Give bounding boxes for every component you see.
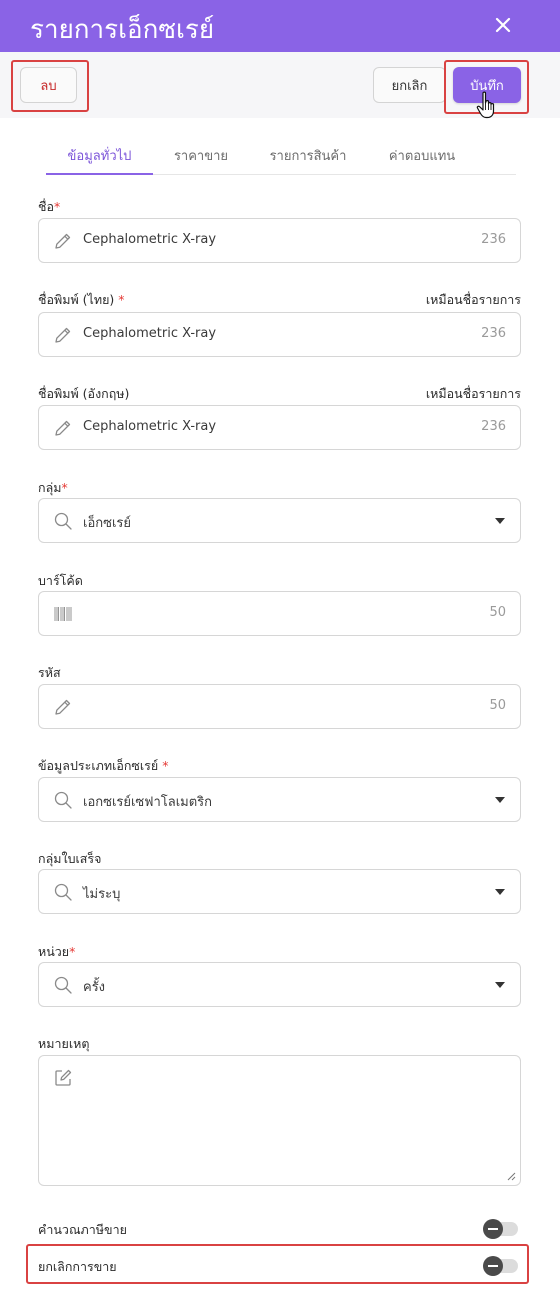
- pencil-icon: [55, 420, 71, 436]
- modal-header: รายการเอ็กซเรย์: [0, 0, 560, 52]
- print-name-en-field[interactable]: Cephalometric X-ray 236: [38, 405, 521, 450]
- name-char-count: 236: [481, 232, 506, 247]
- cancel-sale-label: ยกเลิกการขาย: [38, 1259, 117, 1274]
- name-label: ชื่อ*: [38, 199, 61, 214]
- tab-compensation[interactable]: ค่าตอบแทน: [376, 140, 468, 174]
- chevron-down-icon: [495, 982, 505, 988]
- group-label: กลุ่ม*: [38, 480, 68, 495]
- cancel-button[interactable]: ยกเลิก: [373, 67, 446, 103]
- print-name-th-field[interactable]: Cephalometric X-ray 236: [38, 312, 521, 357]
- group-value: เอ็กซเรย์: [83, 516, 131, 531]
- chevron-down-icon: [495, 889, 505, 895]
- name-field[interactable]: Cephalometric X-ray 236: [38, 218, 521, 263]
- receipt-group-value: ไม่ระบุ: [83, 887, 121, 902]
- code-label: รหัส: [38, 665, 61, 680]
- print-name-en-char-count: 236: [481, 419, 506, 434]
- tab-bar: ข้อมูลทั่วไป ราคาขาย รายการสินค้า ค่าตอบ…: [46, 140, 516, 175]
- tab-price[interactable]: ราคาขาย: [161, 140, 241, 174]
- toggle-off-icon: [483, 1256, 503, 1276]
- xray-type-select[interactable]: เอกซเรย์เซฟาโลเมตริก: [38, 777, 521, 822]
- xray-type-value: เอกซเรย์เซฟาโลเมตริก: [83, 795, 213, 810]
- print-name-th-label: ชื่อพิมพ์ (ไทย) *: [38, 292, 125, 307]
- modal-title: รายการเอ็กซเรย์: [30, 15, 215, 45]
- search-icon: [54, 512, 72, 530]
- name-value: Cephalometric X-ray: [83, 232, 217, 247]
- barcode-field[interactable]: 50: [38, 591, 521, 636]
- delete-button[interactable]: ลบ: [20, 67, 77, 103]
- search-icon: [54, 883, 72, 901]
- calc-tax-label: คำนวณภาษีขาย: [38, 1222, 127, 1237]
- tab-general[interactable]: ข้อมูลทั่วไป: [46, 140, 153, 175]
- note-textarea[interactable]: [38, 1055, 521, 1186]
- pencil-icon: [55, 233, 71, 249]
- same-as-item-name-link-en[interactable]: เหมือนชื่อรายการ: [426, 384, 521, 404]
- edit-note-icon: [55, 1069, 72, 1086]
- barcode-icon: [54, 607, 72, 621]
- search-icon: [54, 791, 72, 809]
- print-name-en-label: ชื่อพิมพ์ (อังกฤษ): [38, 386, 130, 401]
- resize-handle-icon[interactable]: [506, 1171, 516, 1181]
- print-name-th-value: Cephalometric X-ray: [83, 326, 217, 341]
- receipt-group-label: กลุ่มใบเสร็จ: [38, 851, 102, 866]
- code-field[interactable]: 50: [38, 684, 521, 729]
- print-name-en-value: Cephalometric X-ray: [83, 419, 217, 434]
- unit-select[interactable]: ครั้ง: [38, 962, 521, 1007]
- calc-tax-toggle[interactable]: [483, 1219, 518, 1239]
- same-as-item-name-link-th[interactable]: เหมือนชื่อรายการ: [426, 290, 521, 310]
- unit-label: หน่วย*: [38, 944, 76, 959]
- group-select[interactable]: เอ็กซเรย์: [38, 498, 521, 543]
- unit-value: ครั้ง: [83, 980, 106, 995]
- tab-products[interactable]: รายการสินค้า: [256, 140, 360, 174]
- close-icon[interactable]: [491, 13, 515, 37]
- xray-type-label: ข้อมูลประเภทเอ็กซเรย์ *: [38, 758, 169, 773]
- cancel-sale-toggle[interactable]: [483, 1256, 518, 1276]
- note-label: หมายเหตุ: [38, 1036, 90, 1051]
- receipt-group-select[interactable]: ไม่ระบุ: [38, 869, 521, 914]
- code-char-count: 50: [489, 698, 506, 713]
- barcode-label: บาร์โค้ด: [38, 573, 83, 588]
- print-name-th-char-count: 236: [481, 326, 506, 341]
- chevron-down-icon: [495, 518, 505, 524]
- toggle-off-icon: [483, 1219, 503, 1239]
- pencil-icon: [55, 327, 71, 343]
- barcode-char-count: 50: [489, 605, 506, 620]
- pencil-icon: [55, 699, 71, 715]
- chevron-down-icon: [495, 797, 505, 803]
- search-icon: [54, 976, 72, 994]
- hand-pointer-icon: [476, 91, 495, 119]
